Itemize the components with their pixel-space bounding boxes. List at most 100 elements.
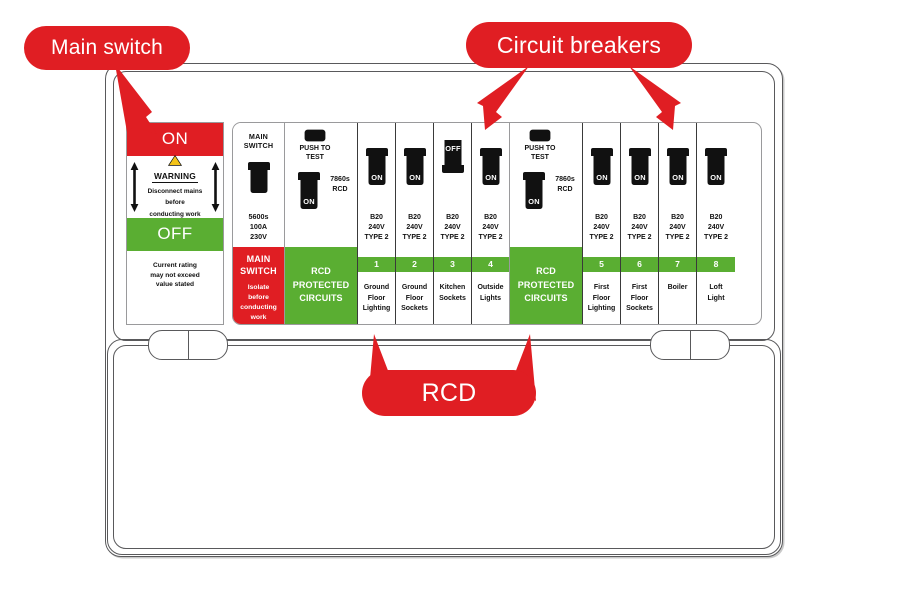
rcd-1-band-line-2: PROTECTED	[292, 279, 350, 290]
breaker-module-3[interactable]: OFF B20 240V TYPE 2 3 Kitchen Sockets	[434, 123, 472, 324]
rcd-module-2[interactable]: PUSH TO TEST ON 7860s RCD RCD PROTECTED …	[510, 123, 583, 324]
breaker-8-spec-line-3: TYPE 2	[703, 234, 729, 242]
breaker-2-number: 2	[396, 257, 433, 272]
rcd-2-toggle[interactable]: ON	[521, 171, 547, 211]
breaker-1-toggle[interactable]: ON	[364, 147, 390, 187]
breaker-7-label-line-1: Boiler	[667, 284, 688, 291]
rcd-2-code-line-1: 7860s	[555, 176, 575, 183]
rcd-1-green-band: RCD PROTECTED CIRCUITS	[285, 247, 357, 324]
rcd-1-band-text: RCD PROTECTED CIRCUITS	[293, 265, 349, 306]
rcd-module-1[interactable]: PUSH TO TEST ON 7860s RCD RCD PROTECTED …	[285, 123, 358, 324]
main-switch-band-sub-2: before	[248, 293, 269, 301]
breaker-7-body: ON B20 240V TYPE 2	[659, 123, 696, 247]
breaker-module-5[interactable]: ON B20 240V TYPE 2 5 First Floor Lightin…	[583, 123, 621, 324]
warning-triangle-icon	[168, 155, 182, 167]
rcd-2-test-group[interactable]: PUSH TO TEST	[518, 129, 562, 163]
breaker-5-label-area: 5 First Floor Lighting	[583, 247, 620, 324]
breaker-module-4[interactable]: ON B20 240V TYPE 2 4 Outside Lights	[472, 123, 510, 324]
breaker-7-gap	[659, 247, 696, 257]
breaker-1-gap	[358, 247, 395, 257]
breaker-7-spec-line-2: 240V	[669, 224, 686, 232]
breaker-5-spec-line-1: B20	[595, 214, 608, 222]
breaker-2-toggle[interactable]: ON	[402, 147, 428, 187]
hinge-left[interactable]	[148, 330, 228, 360]
main-switch-title-line-1: MAIN	[248, 132, 269, 141]
breaker-module-1[interactable]: ON B20 240V TYPE 2 1 Ground Floor Lighti…	[358, 123, 396, 324]
breaker-4-spec-line-3: TYPE 2	[478, 234, 503, 242]
breaker-3-body: OFF B20 240V TYPE 2	[434, 123, 471, 247]
main-switch-band-line-2: SWITCH	[240, 265, 277, 276]
breaker-8-toggle[interactable]: ON	[703, 147, 729, 187]
breaker-6-toggle[interactable]: ON	[627, 147, 653, 187]
main-switch-red-band: MAIN SWITCH Isolate before conducting wo…	[233, 247, 284, 324]
breaker-1-spec: B20 240V TYPE 2	[358, 213, 395, 243]
rcd-2-test-line-1: PUSH TO	[524, 145, 556, 152]
breaker-module-7[interactable]: ON B20 240V TYPE 2 7 Boiler	[659, 123, 697, 324]
breaker-2-spec-line-3: TYPE 2	[402, 234, 427, 242]
breaker-6-circuit-label: First Floor Sockets	[621, 272, 658, 324]
main-switch-spec-line-2: 100A	[249, 222, 268, 232]
breaker-3-spec-line-2: 240V	[444, 224, 461, 232]
rcd-2-state: ON	[528, 197, 540, 206]
breaker-5-label-line-1: First	[593, 284, 610, 291]
breaker-3-toggle[interactable]: OFF	[440, 140, 466, 180]
breaker-3-spec-line-1: B20	[446, 214, 459, 222]
breaker-1-circuit-label: Ground Floor Lighting	[358, 272, 395, 324]
legend-panel: ON WARNING Disconnect mains before condu…	[126, 122, 224, 325]
breaker-2-label-area: 2 Ground Floor Sockets	[396, 247, 433, 324]
breaker-1-label-line-2: Floor	[367, 294, 386, 302]
main-switch-band-area: MAIN SWITCH Isolate before conducting wo…	[233, 247, 284, 324]
main-switch-band-sub-3: conducting	[240, 304, 277, 312]
breaker-8-number: 8	[697, 257, 735, 272]
breaker-7-label-area: 7 Boiler	[659, 247, 696, 324]
breaker-8-spec: B20 240V TYPE 2	[697, 213, 735, 243]
breaker-4-toggle[interactable]: ON	[478, 147, 504, 187]
main-switch-module[interactable]: MAIN SWITCH 5600s 100A 230V MAIN SWITCH …	[233, 123, 285, 324]
rcd-2-test-label: PUSH TO TEST	[518, 144, 562, 163]
breaker-5-label-line-2: Floor	[592, 294, 611, 302]
breaker-5-spec-line-2: 240V	[593, 224, 610, 232]
rcd-1-code: 7860s RCD	[326, 175, 354, 194]
rcd-1-band-line-1: RCD	[311, 266, 331, 277]
breaker-3-gap	[434, 247, 471, 257]
breaker-3-spec-line-3: TYPE 2	[440, 234, 465, 242]
rating-line-1: Current rating	[153, 262, 197, 269]
breaker-7-state: ON	[672, 173, 684, 182]
rcd-1-test-group[interactable]: PUSH TO TEST	[293, 129, 337, 163]
rcd-1-body: PUSH TO TEST ON 7860s RCD	[285, 123, 357, 247]
rcd-1-toggle[interactable]: ON	[296, 171, 322, 211]
breaker-3-circuit-label: Kitchen Sockets	[434, 272, 471, 324]
breaker-module-2[interactable]: ON B20 240V TYPE 2 2 Ground Floor Socket…	[396, 123, 434, 324]
breaker-5-toggle[interactable]: ON	[589, 147, 615, 187]
breaker-7-spec-line-1: B20	[671, 214, 684, 222]
legend-rating-note: Current rating may not exceed value stat…	[127, 251, 223, 324]
main-switch-band-sub-1: Isolate	[247, 283, 270, 291]
breaker-1-spec-line-1: B20	[370, 214, 383, 222]
breaker-7-toggle[interactable]: ON	[665, 147, 691, 187]
main-switch-band-sub-4: work	[250, 314, 267, 322]
breaker-5-state: ON	[596, 173, 608, 182]
breaker-4-number: 4	[472, 257, 509, 272]
breaker-4-spec-line-2: 240V	[482, 224, 499, 232]
main-switch-spec-line-3: 230V	[250, 232, 267, 242]
breaker-6-gap	[621, 247, 658, 257]
breaker-3-number: 3	[434, 257, 471, 272]
breaker-7-number: 7	[659, 257, 696, 272]
warning-label: WARNING Disconnect mains before conducti…	[127, 155, 223, 218]
rcd-2-band-line-3: CIRCUITS	[524, 293, 568, 304]
breaker-8-circuit-label: Loft Light	[697, 272, 735, 324]
breaker-6-label-line-2: Floor	[630, 294, 649, 302]
breaker-8-label-line-1: Loft	[709, 284, 723, 291]
rcd-2-body: PUSH TO TEST ON 7860s RCD	[510, 123, 582, 247]
breaker-5-body: ON B20 240V TYPE 2	[583, 123, 620, 247]
hinge-right[interactable]	[650, 330, 730, 360]
breaker-module-8[interactable]: ON B20 240V TYPE 2 8 Loft Light	[697, 123, 735, 324]
breaker-4-body: ON B20 240V TYPE 2	[472, 123, 509, 247]
main-switch-band-sub: Isolate before conducting work	[233, 283, 284, 324]
breaker-8-spec-line-2: 240V	[707, 224, 725, 232]
main-switch-toggle[interactable]	[246, 161, 272, 195]
breaker-module-6[interactable]: ON B20 240V TYPE 2 6 First Floor Sockets	[621, 123, 659, 324]
breaker-8-label-area: 8 Loft Light	[697, 247, 735, 324]
breaker-6-number: 6	[621, 257, 658, 272]
breaker-7-spec-line-3: TYPE 2	[665, 234, 690, 242]
